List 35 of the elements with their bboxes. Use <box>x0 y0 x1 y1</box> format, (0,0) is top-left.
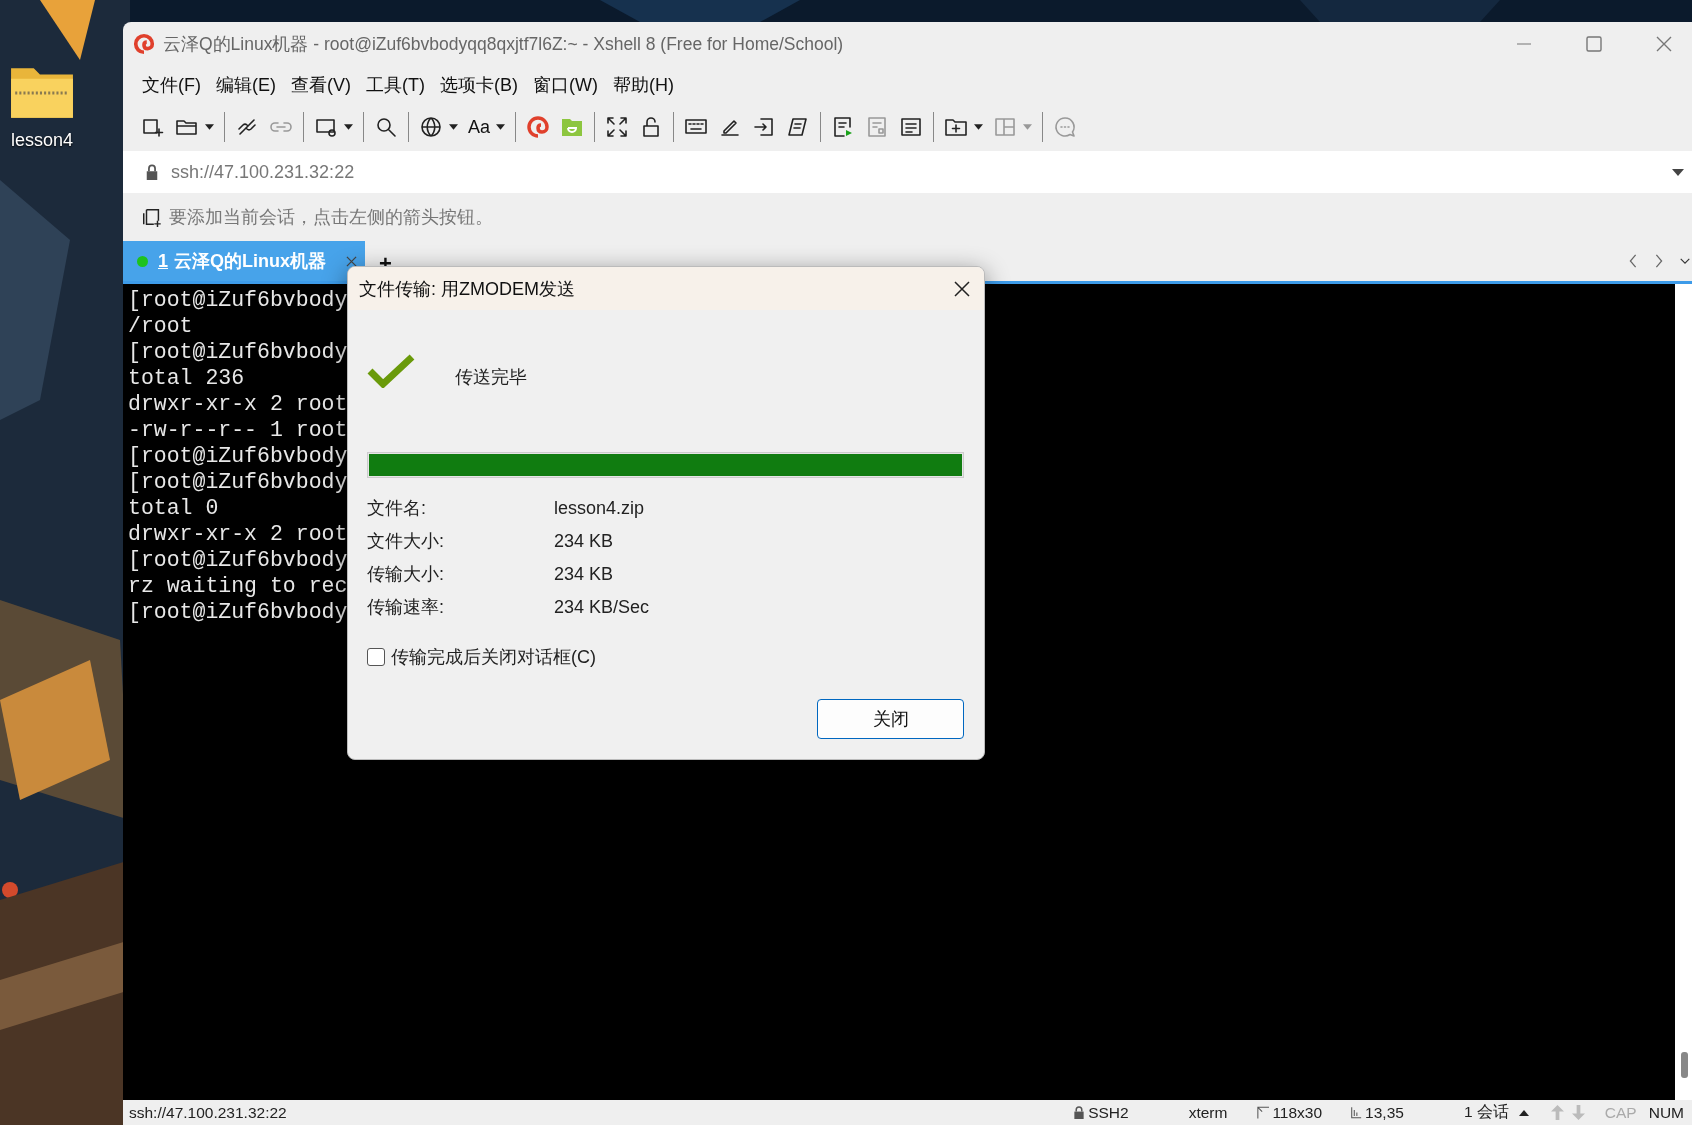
terminal-type-text: xterm <box>1188 1103 1228 1122</box>
terminal-line: /root <box>128 313 193 339</box>
terminal-line: drwxr-xr-x 2 root <box>128 521 348 547</box>
terminal-line: [root@iZuf6bvbody <box>128 287 348 313</box>
field-label: 文件大小: <box>367 530 445 553</box>
status-text: 传送完毕 <box>455 366 527 389</box>
field-value: lesson4.zip <box>554 497 646 520</box>
terminal-line: [root@iZuf6bvbody <box>128 469 348 495</box>
terminal-line: [root@iZuf6bvbody <box>128 599 348 625</box>
field-value: 234 KB <box>554 563 615 586</box>
field-value: 234 KB <box>554 530 615 553</box>
field-value: 234 KB/Sec <box>554 596 651 619</box>
terminal-line: total 0 <box>128 495 219 521</box>
terminal-line: [root@iZuf6bvbody <box>128 547 348 573</box>
terminal-line: [root@iZuf6bvbody <box>128 339 348 365</box>
terminal-line: [root@iZuf6bvbody <box>128 443 348 469</box>
tab-label: 云泽Q的Linux机器 <box>174 250 326 273</box>
terminal-line: rz waiting to rec <box>128 573 348 599</box>
key-indicator: NUM <box>1648 1103 1684 1122</box>
window-title: 云泽Q的Linux机器 - root@iZuf6bvbodyqq8qxjtf7l6Z:~ - Xshell 8 (Free for Home/School) <box>163 32 844 56</box>
cursor-text: 13,35 <box>1365 1103 1404 1122</box>
tab-number: 1 <box>158 250 168 272</box>
size-text: 118x30 <box>1272 1103 1323 1122</box>
terminal-line: -rw-r--r-- 1 root <box>128 417 348 443</box>
protocol-text: SSH2 <box>1088 1103 1129 1122</box>
hint-text: 要添加当前会话，点击左侧的箭头按钮。 <box>169 206 493 229</box>
address-text: ssh://47.100.231.32:22 <box>171 161 355 183</box>
key-indicator: CAP <box>1604 1103 1637 1122</box>
field-label: 传输速率: <box>367 596 445 619</box>
status-address: ssh://47.100.231.32:22 <box>129 1103 287 1122</box>
field-label: 传输大小: <box>367 563 445 586</box>
terminal-line: drwxr-xr-x 2 root <box>128 391 348 417</box>
sessions-text: 1 会话 <box>1463 1102 1509 1122</box>
field-label: 文件名: <box>367 497 427 520</box>
terminal-line: total 236 <box>128 365 245 391</box>
